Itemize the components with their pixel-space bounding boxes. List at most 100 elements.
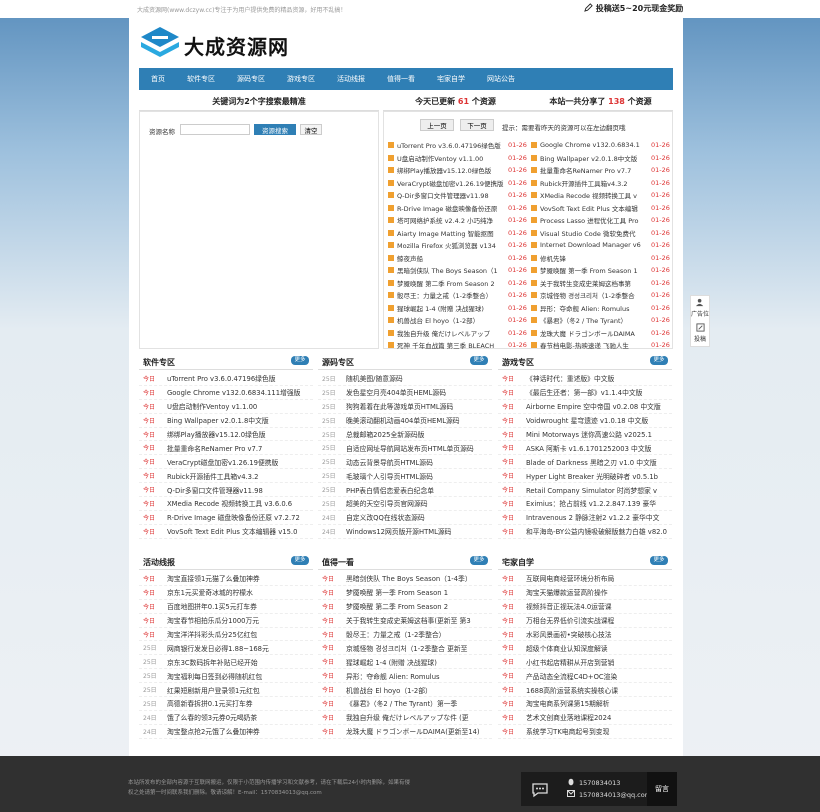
- list-item[interactable]: 今日 VovSoft Text Edit Plus 文本编辑器 v15.0: [139, 525, 313, 539]
- list-item[interactable]: 今日 淘宝春节相拍乐瓜分1000万元: [139, 614, 313, 628]
- nav-games[interactable]: 游戏专区: [287, 74, 315, 84]
- list-item[interactable]: 今日 Google Chrome v132.0.6834.111增强版: [139, 386, 313, 400]
- latest-item[interactable]: Q-Dir多窗口文件管理器v11.98 01-26: [388, 189, 530, 202]
- list-item[interactable]: 今日 1688高阶运营系统实操核心课: [498, 683, 672, 698]
- list-item[interactable]: 今日 梦魇唤醒 第二季 From Season 2: [318, 600, 492, 614]
- list-item[interactable]: 今日 关于我转生变成史莱姆这档事(更新至 第3: [318, 614, 492, 628]
- nav-home[interactable]: 首页: [151, 74, 165, 84]
- latest-item[interactable]: uTorrent Pro v3.6.0.47196绿色版 01-26: [388, 139, 530, 152]
- list-item[interactable]: 今日 产品动态全流程C4D+OC渲染: [498, 669, 672, 684]
- latest-item[interactable]: R-Drive Image 磁盘映像备份还原 01-26: [388, 202, 530, 215]
- latest-item[interactable]: 梦魇唤醒 第一季 From Season 1 01-26: [531, 264, 673, 277]
- latest-item[interactable]: 龙珠大魔 ドラゴンボールDAIMA 01-26: [531, 327, 673, 340]
- list-item[interactable]: 25日 随机美图/随意源码: [318, 372, 492, 386]
- more-button[interactable]: 更多: [470, 556, 488, 565]
- list-item[interactable]: 25日 PHP表白情侣恋爱表白纪念单: [318, 483, 492, 498]
- latest-item[interactable]: 骰尽王：力量之戒（1-2季整合） 01-26: [388, 289, 530, 302]
- latest-item[interactable]: 机兽战台 El hoyo（1-2部） 01-26: [388, 314, 530, 327]
- list-item[interactable]: 今日 Intravenous 2 静脉注射2 v1.2.2 豪华中文: [498, 511, 672, 525]
- list-item[interactable]: 25日 动态云背景导航页HTML源码: [318, 455, 492, 470]
- list-item[interactable]: 25日 网商银行发发日必得1.88~168元: [139, 641, 313, 656]
- latest-item[interactable]: VovSoft Text Edit Plus 文本编辑 01-26: [531, 202, 673, 215]
- list-item[interactable]: 25日 自适应网址导航网站发布页HTML单页源码: [318, 441, 492, 456]
- nav-announcements[interactable]: 网站公告: [487, 74, 515, 84]
- list-item[interactable]: 今日 小红书起店精耕从开店到营销: [498, 655, 672, 670]
- latest-item[interactable]: 《暴君》（冬2 / The Tyrant） 01-26: [531, 314, 673, 327]
- latest-item[interactable]: 修机先锋 01-26: [531, 252, 673, 265]
- search-input[interactable]: [180, 124, 250, 135]
- list-item[interactable]: 今日 绑绑Play播放器v15.12.0绿色版: [139, 428, 313, 442]
- list-item[interactable]: 25日 淘宝福利每日签到必得随机红包: [139, 669, 313, 684]
- latest-item[interactable]: 猩球崛起 1-4 (附赠 决战猩球) 01-26: [388, 302, 530, 315]
- list-item[interactable]: 今日 机兽战台 El hoyo（1-2部）: [318, 683, 492, 698]
- list-item[interactable]: 今日 梦魇唤醒 第一季 From Season 1: [318, 586, 492, 600]
- latest-item[interactable]: 死神 千年血战篇 第三季 BLEACH 01-26: [388, 339, 530, 352]
- latest-item[interactable]: 京城怪物 경성크리처（1-2季整合 01-26: [531, 289, 673, 302]
- latest-item[interactable]: 鲸夜声船 01-26: [388, 252, 530, 265]
- latest-item[interactable]: XMedia Recode 视频转换工具 v 01-26: [531, 189, 673, 202]
- latest-item[interactable]: Aiarty Image Matting 智能抠图 01-26: [388, 227, 530, 240]
- latest-item[interactable]: 绑绑Play播放器v15.12.0绿色版 01-26: [388, 164, 530, 177]
- list-item[interactable]: 今日 艺术文创商业落地课程2024: [498, 711, 672, 725]
- list-item[interactable]: 今日 Q-Dir多窗口文件管理器v11.98: [139, 483, 313, 498]
- latest-item[interactable]: U盘启动制作Ventoy v1.1.00 01-26: [388, 152, 530, 165]
- latest-item[interactable]: 黑暗剑侠队 The Boys Season（1 01-26: [388, 264, 530, 277]
- more-button[interactable]: 更多: [470, 356, 488, 365]
- list-item[interactable]: 今日 uTorrent Pro v3.6.0.47196绿色版: [139, 372, 313, 386]
- list-item[interactable]: 今日 黑暗剑侠队 The Boys Season（1-4季）: [318, 572, 492, 586]
- more-button[interactable]: 更多: [650, 356, 668, 365]
- list-item[interactable]: 25日 毛玻璃个人引导页HTML源码: [318, 469, 492, 484]
- latest-item[interactable]: VeraCrypt磁盘加密v1.26.19便携版 01-26: [388, 177, 530, 190]
- list-item[interactable]: 今日 批量重命名ReNamer Pro v7.7: [139, 441, 313, 456]
- more-button[interactable]: 更多: [291, 356, 309, 365]
- next-page-button[interactable]: 下一页: [460, 119, 494, 131]
- list-item[interactable]: 今日 Retail Company Simulator 时尚梦想家 v: [498, 483, 672, 498]
- list-item[interactable]: 今日 Voidwrought 星穹遗迹 v1.0.18 中文版: [498, 414, 672, 428]
- nav-worth-watching[interactable]: 值得一看: [387, 74, 415, 84]
- list-item[interactable]: 25日 超美的天空引导页官网源码: [318, 497, 492, 511]
- latest-item[interactable]: Mozilla Firefox 火狐浏览器 v134 01-26: [388, 239, 530, 252]
- list-item[interactable]: 今日 系统学习TK电商起号到变现: [498, 725, 672, 739]
- latest-item[interactable]: Process Lasso 进程优化工具 Pro 01-26: [531, 214, 673, 227]
- list-item[interactable]: 25日 京东3C数码拆年补贴已经开始: [139, 655, 313, 670]
- list-item[interactable]: 25日 总裁邮箱2025全新源码版: [318, 428, 492, 442]
- latest-item[interactable]: Visual Studio Code 微软免费代 01-26: [531, 227, 673, 240]
- list-item[interactable]: 今日 Blade of Darkness 黑暗之刃 v1.0 中文版: [498, 455, 672, 470]
- nav-software[interactable]: 软件专区: [187, 74, 215, 84]
- list-item[interactable]: 25日 发色星空月亮404单页HEML源码: [318, 386, 492, 400]
- list-item[interactable]: 24日 Windows12网页版开源HTML源码: [318, 525, 492, 539]
- list-item[interactable]: 24日 饿了么春的领3元券0元喝奶茶: [139, 711, 313, 725]
- list-item[interactable]: 今日 《神话时代：重述版》中文版: [498, 372, 672, 386]
- latest-item[interactable]: 春节档电影-热映速递 飞驰人生 01-26: [531, 339, 673, 352]
- nav-activities[interactable]: 活动线报: [337, 74, 365, 84]
- contact-email[interactable]: 1570834013@qq.com: [579, 791, 651, 799]
- contact-qq[interactable]: 1570834013: [579, 779, 620, 787]
- side-submit-button[interactable]: 投稿: [691, 321, 709, 346]
- list-item[interactable]: 今日 百度地图拼年0.1买5元打车券: [139, 600, 313, 614]
- latest-item[interactable]: 异形：夺命舰 Alien: Romulus 01-26: [531, 302, 673, 315]
- more-button[interactable]: 更多: [291, 556, 309, 565]
- submit-promo-link[interactable]: 投稿送5~20元现金奖励: [584, 3, 683, 14]
- list-item[interactable]: 今日 Mini Motorways 迷你高速公路 v2025.1: [498, 428, 672, 442]
- clear-button[interactable]: 清空: [300, 124, 322, 135]
- list-item[interactable]: 24日 自定义改QQ在线状态源码: [318, 511, 492, 525]
- leave-message-button[interactable]: 留言: [647, 772, 677, 806]
- list-item[interactable]: 今日 Eximius：抢占前线 v1.2.2.847.139 豪华: [498, 497, 672, 511]
- latest-item[interactable]: 梦魇唤醒 第二季 From Season 2 01-26: [388, 277, 530, 290]
- list-item[interactable]: 今日 XMedia Recode 视频转换工具 v3.6.0.6: [139, 497, 313, 511]
- latest-item[interactable]: 我独自升级 俺だけレベルアップ 01-26: [388, 327, 530, 340]
- list-item[interactable]: 今日 和平海岛-BY公益内镜吸破解版魅力白雄 v82.0: [498, 525, 672, 539]
- list-item[interactable]: 25日 高德新春拆拼0.1元买打车券: [139, 697, 313, 711]
- list-item[interactable]: 今日 淘宝天猫爆款运营高阶操作: [498, 586, 672, 600]
- list-item[interactable]: 今日 京东1元买爱奇冰城的柠檬水: [139, 586, 313, 600]
- list-item[interactable]: 今日 淘宝洋洋抖彩头瓜分25亿红包: [139, 628, 313, 642]
- latest-item[interactable]: 关于我转生变成史莱姆这档事第 01-26: [531, 277, 673, 290]
- prev-page-button[interactable]: 上一页: [420, 119, 454, 131]
- latest-item[interactable]: Google Chrome v132.0.6834.1 01-26: [531, 139, 673, 152]
- list-item[interactable]: 今日 水彩风景画初•突破核心技法: [498, 628, 672, 642]
- list-item[interactable]: 今日 骰尽王：力量之戒（1-2季整合）: [318, 628, 492, 642]
- list-item[interactable]: 今日 U盘启动制作Ventoy v1.1.00: [139, 400, 313, 414]
- list-item[interactable]: 今日 视频抖音正视玩法4.0运营课: [498, 600, 672, 614]
- list-item[interactable]: 今日 VeraCrypt磁盘加密v1.26.19便携版: [139, 455, 313, 470]
- list-item[interactable]: 今日 淘宝电商系列课第15期解析: [498, 697, 672, 711]
